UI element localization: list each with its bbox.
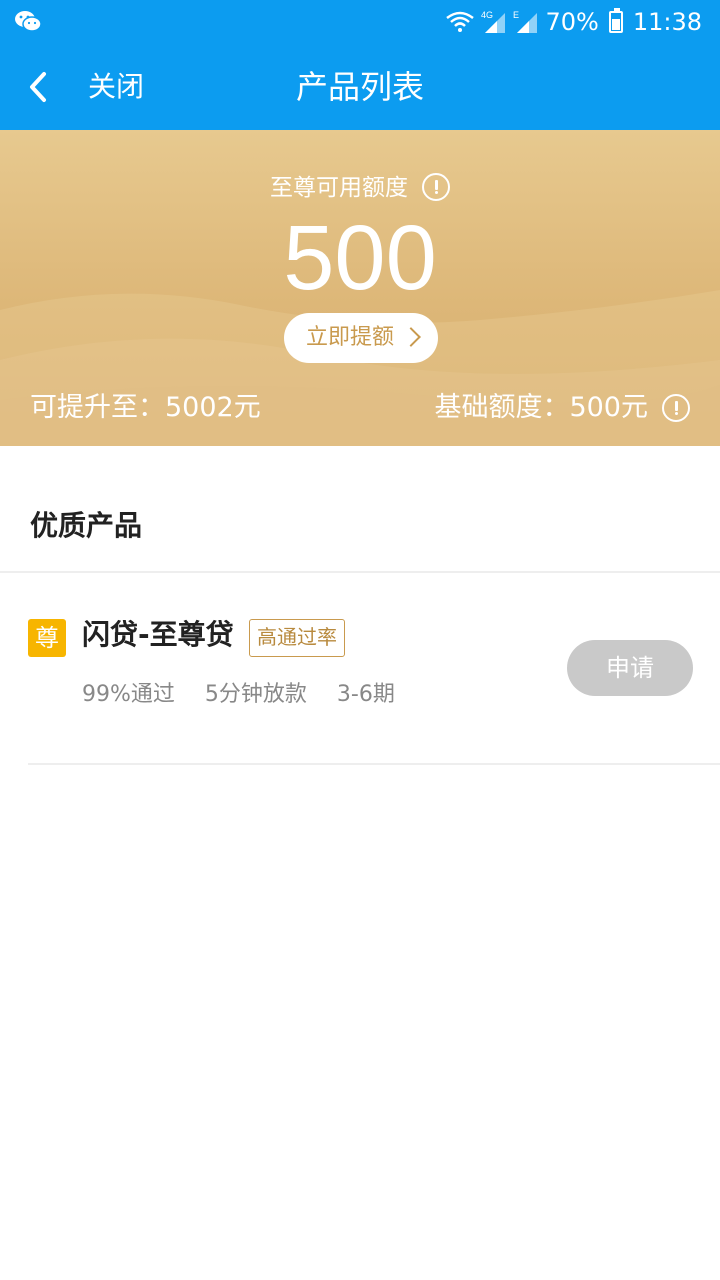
- status-bar: 4G E 70% 11:38: [0, 0, 720, 44]
- feature-pass-rate: 99%通过: [82, 682, 175, 707]
- feature-term: 3-6期: [336, 682, 395, 707]
- signal-4g-icon: 4G: [481, 10, 506, 33]
- raise-quota-button[interactable]: 立即提额: [284, 313, 438, 363]
- svg-text:E: E: [513, 10, 519, 20]
- quota-label-text: 至尊可用额度: [270, 175, 408, 201]
- product-item[interactable]: 尊 闪贷-至尊贷 高通过率 99%通过 5分钟放款 3-6期 申请: [0, 573, 720, 763]
- divider: [28, 763, 720, 765]
- signal-e-icon: E: [513, 10, 538, 33]
- premium-badge: 尊: [28, 619, 66, 657]
- battery-icon: [608, 8, 623, 33]
- quota-amount: 500: [283, 207, 437, 309]
- base-quota-text: 基础额度：500元: [434, 392, 648, 423]
- feature-disbursement: 5分钟放款: [204, 682, 307, 707]
- product-features: 99%通过 5分钟放款 3-6期: [82, 677, 395, 713]
- quota-label: 至尊可用额度: [0, 170, 720, 206]
- info-icon[interactable]: [662, 394, 690, 422]
- wifi-icon: [446, 11, 475, 32]
- product-name: 闪贷-至尊贷: [82, 618, 234, 651]
- section-title: 优质产品: [30, 509, 143, 542]
- raise-quota-label: 立即提额: [306, 325, 395, 350]
- product-tag: 高通过率: [249, 619, 345, 657]
- quota-banner: 至尊可用额度 500 立即提额 可提升至：5002元 基础额度：500元: [0, 130, 720, 446]
- svg-text:4G: 4G: [481, 10, 493, 20]
- raise-to-text: 可提升至：5002元: [30, 392, 261, 423]
- page-title: 产品列表: [295, 68, 424, 106]
- base-quota: 基础额度：500元: [434, 388, 690, 428]
- chevron-right-icon: [401, 327, 421, 347]
- battery-percent: 70%: [545, 8, 599, 36]
- info-icon[interactable]: [422, 172, 450, 201]
- clock: 11:38: [632, 8, 702, 36]
- nav-bar: 关闭 产品列表: [0, 44, 720, 130]
- apply-button[interactable]: 申请: [567, 640, 693, 696]
- wechat-icon: [15, 11, 42, 32]
